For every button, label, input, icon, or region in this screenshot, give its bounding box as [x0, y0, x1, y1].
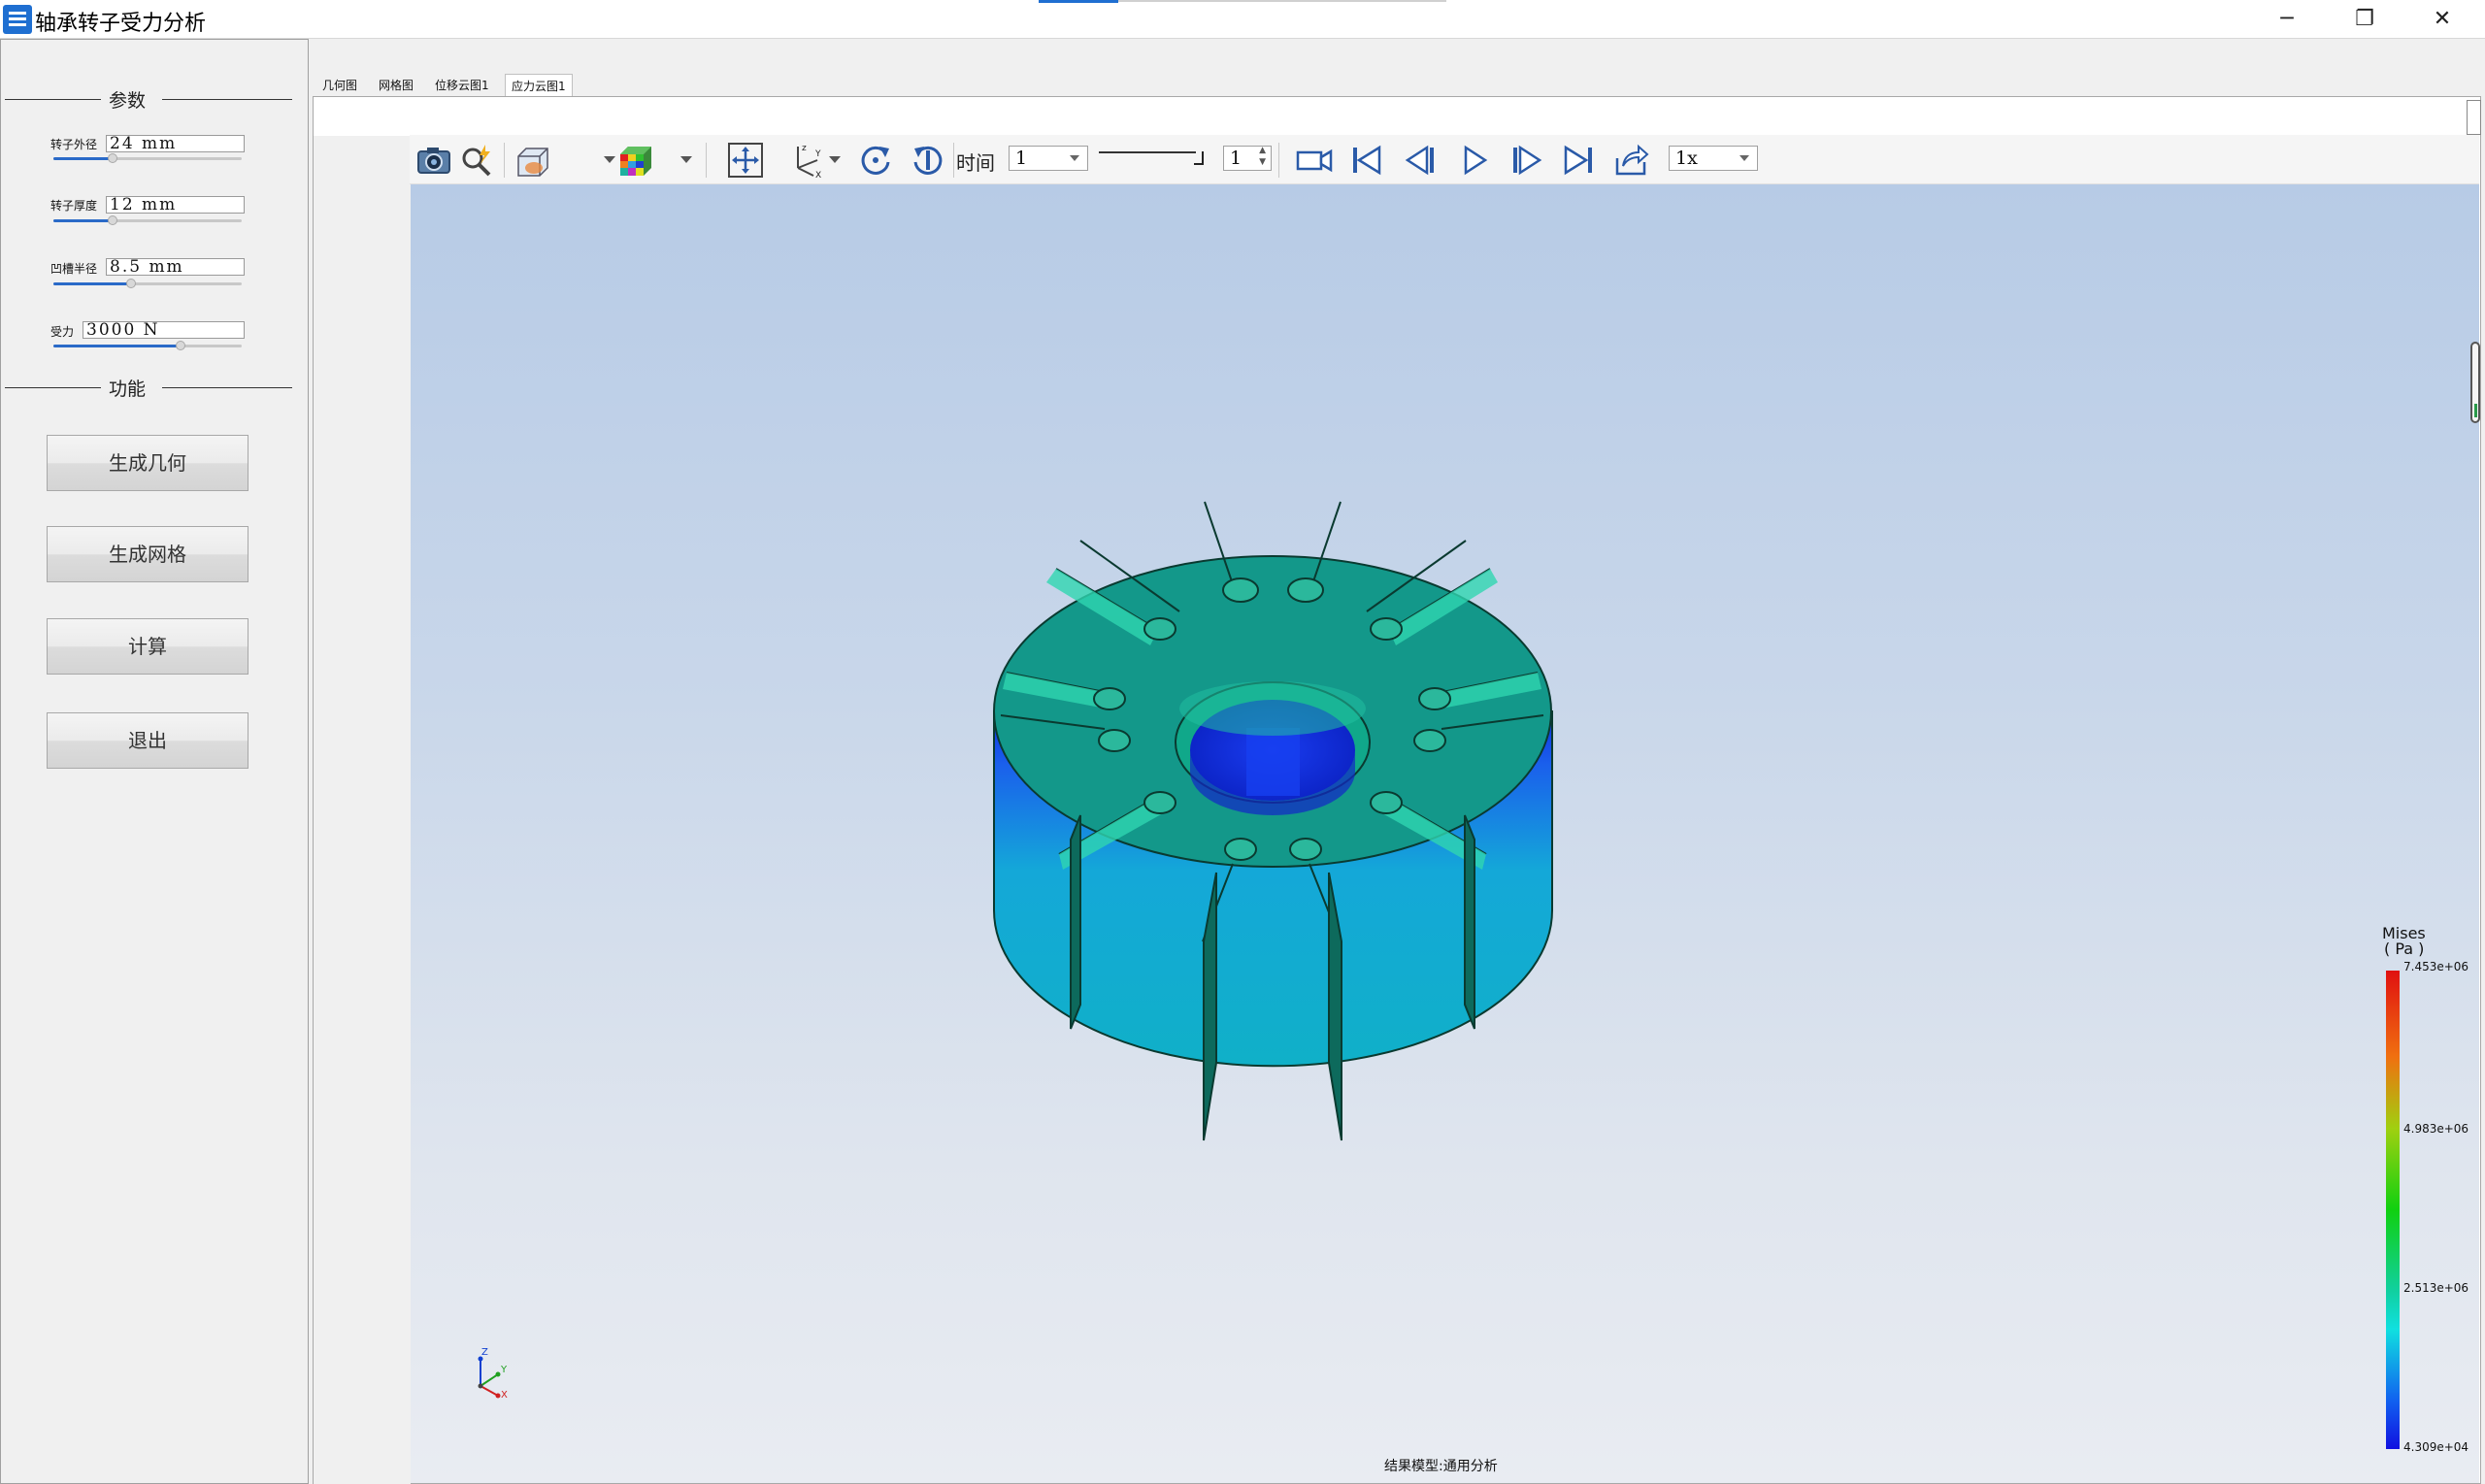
spin-arrows-icon[interactable]: ▲ ▼	[1259, 145, 1266, 168]
axes-icon[interactable]: z Y X	[784, 141, 823, 180]
restore-button[interactable]: ❐	[2326, 0, 2403, 39]
chevron-down-icon	[1070, 155, 1079, 161]
close-button[interactable]: ✕	[2403, 0, 2481, 39]
tab-displacement[interactable]: 位移云图1	[429, 74, 495, 97]
time-select[interactable]: 1	[1009, 146, 1088, 171]
prev-frame-icon[interactable]	[1402, 141, 1441, 180]
probe-icon[interactable]	[458, 141, 497, 180]
axes-dropdown[interactable]	[829, 156, 841, 163]
function-divider-right	[162, 387, 292, 388]
outer-diameter-slider[interactable]	[53, 153, 242, 163]
groove-radius-slider[interactable]	[53, 279, 242, 288]
param-label-thickness: 转子厚度	[50, 199, 98, 213]
pane-close-box[interactable]	[2467, 100, 2481, 135]
param-label-outer-diameter: 转子外径	[50, 138, 98, 151]
color-cube-icon[interactable]	[616, 141, 655, 180]
minimize-button[interactable]: ─	[2248, 0, 2326, 39]
legend-min-label: 4.309e+04	[2403, 1440, 2469, 1454]
play-icon[interactable]	[1454, 141, 1493, 180]
force-input[interactable]: 3000 N	[83, 321, 245, 339]
window-title: 轴承转子受力分析	[35, 12, 207, 36]
viewport-scrollbar[interactable]	[2470, 342, 2480, 423]
first-frame-icon[interactable]	[1347, 141, 1386, 180]
rotate-cw-icon[interactable]	[856, 141, 895, 180]
legend-tick-label: 2.513e+06	[2403, 1281, 2469, 1295]
rotate-ccw-icon[interactable]	[909, 141, 947, 180]
tab-gutter	[314, 136, 411, 1484]
thickness-slider[interactable]	[53, 215, 242, 225]
display-mode-icon[interactable]	[513, 141, 551, 180]
slider-handle[interactable]	[126, 279, 136, 288]
3d-viewport[interactable]: Z Y X	[411, 184, 2479, 1483]
time-slider-track[interactable]	[1099, 151, 1196, 153]
tab-geometry[interactable]: 几何图	[316, 74, 363, 97]
slider-handle[interactable]	[108, 153, 117, 163]
compute-button[interactable]: 计算	[47, 618, 248, 675]
orientation-triad: Z Y X	[478, 1347, 508, 1401]
triad-z-label: Z	[481, 1347, 488, 1358]
post-toolbar: z Y X 时间 1 1 ▲ ▼ 1x	[410, 135, 2479, 184]
thickness-input[interactable]: 12 mm	[106, 196, 245, 214]
generate-mesh-button[interactable]: 生成网格	[47, 526, 248, 582]
stress-color-bar	[2386, 971, 2400, 1449]
tab-stress[interactable]: 应力云图1	[505, 74, 573, 97]
export-icon[interactable]	[1611, 141, 1650, 180]
next-frame-icon[interactable]	[1507, 141, 1545, 180]
tab-mesh[interactable]: 网格图	[373, 74, 419, 97]
force-slider[interactable]	[53, 341, 242, 350]
slider-handle[interactable]	[176, 341, 185, 350]
view-tab-bar: 几何图 网格图 位移云图1 应力云图1	[313, 74, 2485, 97]
fit-view-icon[interactable]	[726, 141, 765, 180]
camera-icon[interactable]	[414, 141, 453, 180]
legend-max-label: 7.453e+06	[2403, 960, 2469, 973]
param-label-groove-radius: 凹槽半径	[50, 262, 98, 276]
app-icon	[3, 5, 32, 34]
svg-text:Y: Y	[814, 149, 821, 159]
triad-x-label: X	[501, 1390, 508, 1401]
param-label-force: 受力	[50, 325, 75, 339]
result-model-label: 结果模型:通用分析	[1384, 1459, 1498, 1474]
function-group-title: 功能	[109, 379, 147, 400]
svg-text:X: X	[815, 171, 821, 180]
svg-text:z: z	[802, 144, 807, 153]
application-window: 轴承转子受力分析 ─ ❐ ✕ 参数 转子外径 24 mm 转子厚度 12 mm …	[0, 0, 2485, 1484]
params-divider-left	[5, 99, 101, 100]
last-frame-icon[interactable]	[1559, 141, 1598, 180]
triad-y-label: Y	[500, 1365, 508, 1375]
rotor-stress-model	[993, 501, 1553, 1141]
function-divider-left	[5, 387, 101, 388]
params-divider-right	[162, 99, 292, 100]
params-group-title: 参数	[109, 90, 147, 112]
title-accent-line	[1118, 0, 1446, 2]
generate-geometry-button[interactable]: 生成几何	[47, 435, 248, 491]
exit-button[interactable]: 退出	[47, 712, 248, 769]
legend-unit: ( Pa )	[2384, 940, 2425, 958]
chevron-down-icon	[1740, 155, 1749, 161]
time-slider-handle[interactable]	[1194, 151, 1204, 165]
title-bar: 轴承转子受力分析 ─ ❐ ✕	[0, 0, 2485, 39]
color-dropdown[interactable]	[680, 156, 692, 163]
legend-tick-label: 4.983e+06	[2403, 1122, 2469, 1136]
speed-select[interactable]: 1x	[1669, 146, 1758, 171]
outer-diameter-input[interactable]: 24 mm	[106, 135, 245, 152]
display-mode-dropdown[interactable]	[604, 156, 615, 163]
left-panel: 参数 转子外径 24 mm 转子厚度 12 mm 凹槽半径 8.5 mm 受力 …	[0, 39, 309, 1484]
groove-radius-input[interactable]: 8.5 mm	[106, 258, 245, 276]
time-label: 时间	[956, 151, 995, 175]
record-video-icon[interactable]	[1295, 141, 1334, 180]
slider-handle[interactable]	[108, 215, 117, 225]
title-accent-bar	[1039, 0, 1118, 3]
frame-spinbox[interactable]: 1 ▲ ▼	[1223, 146, 1272, 171]
